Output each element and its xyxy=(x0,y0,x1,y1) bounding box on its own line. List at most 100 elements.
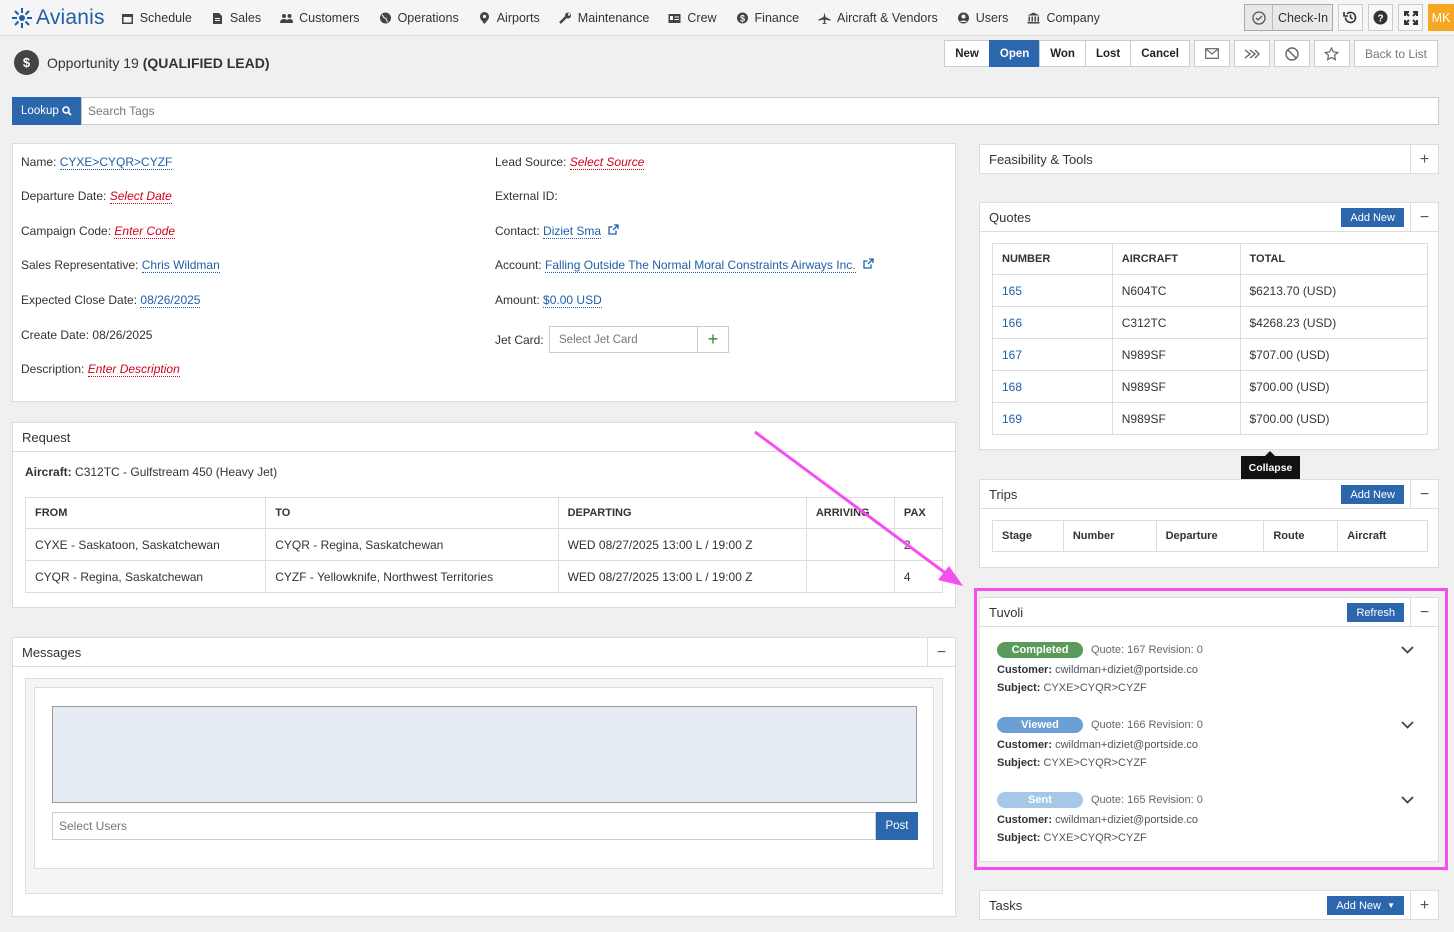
table-row: 166 C312TC $4268.23 (USD) xyxy=(992,306,1428,339)
message-textarea[interactable] xyxy=(52,706,917,803)
status-lost-button[interactable]: Lost xyxy=(1084,40,1132,67)
rep-value[interactable]: Chris Wildman xyxy=(141,258,220,273)
dollar-bubble-icon: $ xyxy=(14,50,39,75)
add-trip-button[interactable]: Add New xyxy=(1341,485,1404,504)
help-button[interactable]: ? xyxy=(1368,4,1393,31)
request-table: FROM TO DEPARTING ARRIVING PAX CYXE - Saskato… xyxy=(24,497,944,593)
column-header: Route xyxy=(1263,520,1339,552)
feasibility-panel: Feasibility & Tools + xyxy=(979,144,1439,174)
table-row: 165 N604TC $6213.70 (USD) xyxy=(992,274,1428,307)
contact-value[interactable]: Diziet Sma xyxy=(543,224,602,239)
status-cancel-button[interactable]: Cancel xyxy=(1130,40,1190,67)
table-cell[interactable]: 165 xyxy=(992,274,1113,307)
back-to-list-button[interactable]: Back to List xyxy=(1353,40,1438,67)
status-open-button[interactable]: Open xyxy=(988,40,1041,67)
expand-icon xyxy=(1403,10,1418,25)
external-link-icon[interactable] xyxy=(608,224,620,235)
email-button[interactable] xyxy=(1193,40,1230,67)
table-cell: N989SF xyxy=(1111,338,1241,371)
history-button[interactable] xyxy=(1338,4,1363,31)
fullscreen-button[interactable] xyxy=(1398,4,1423,31)
nav-label: Users xyxy=(975,10,1009,25)
description-value[interactable]: Enter Description xyxy=(87,362,180,377)
rep-label: Sales Representative: xyxy=(21,258,139,272)
status-toolbar: New Open Won Lost Cancel Back to List xyxy=(944,40,1438,67)
request-panel: Request Aircraft: C312TC - Gulfstream 45… xyxy=(12,422,956,608)
account-value[interactable]: Falling Outside The Normal Moral Constra… xyxy=(545,258,856,273)
wrench-icon xyxy=(558,12,571,24)
nav-maintenance[interactable]: Maintenance xyxy=(558,11,649,25)
top-nav: Avianis Schedule Sales Customers Operations… xyxy=(0,0,1454,36)
post-button[interactable]: Post xyxy=(876,812,918,840)
column-header: Number xyxy=(1062,520,1157,552)
table-cell: $6213.70 (USD) xyxy=(1239,274,1428,307)
select-users-input[interactable]: Select Users xyxy=(52,812,876,840)
add-quote-button[interactable]: Add New xyxy=(1341,208,1404,227)
messages-title: Messages xyxy=(13,638,955,667)
nav-company[interactable]: Company xyxy=(1027,11,1100,25)
table-cell: N989SF xyxy=(1111,402,1241,435)
nav-aircraft-vendors[interactable]: Aircraft & Vendors xyxy=(818,11,938,25)
check-in-button[interactable]: Check-In xyxy=(1244,4,1333,31)
departure-value[interactable]: Select Date xyxy=(109,189,172,204)
collapse-trips-button[interactable]: − xyxy=(1410,480,1438,509)
add-jet-card-button[interactable]: + xyxy=(697,327,728,352)
expand-tasks-button[interactable]: + xyxy=(1410,891,1438,920)
status-won-button[interactable]: Won xyxy=(1039,40,1086,67)
table-cell: $700.00 (USD) xyxy=(1239,402,1428,435)
table-cell[interactable]: 169 xyxy=(992,402,1113,435)
jet-card-input[interactable]: Select Jet Card xyxy=(550,327,697,352)
nav-schedule[interactable]: Schedule xyxy=(121,11,192,25)
name-value[interactable]: CYXE>CYQR>CYZF xyxy=(59,155,173,170)
search-tags-input[interactable]: Search Tags xyxy=(81,97,1439,125)
nav-users[interactable]: Users xyxy=(957,10,1009,25)
expand-feasibility-button[interactable]: + xyxy=(1410,145,1438,174)
table-cell: 4 xyxy=(893,560,944,593)
add-task-button[interactable]: Add New ▼ xyxy=(1327,896,1404,915)
status-new-button[interactable]: New xyxy=(944,40,990,67)
brand-logo[interactable]: Avianis xyxy=(11,6,105,30)
campaign-value[interactable]: Enter Code xyxy=(114,224,176,239)
table-cell[interactable]: 168 xyxy=(992,370,1113,403)
forward-button[interactable] xyxy=(1233,40,1270,67)
block-button[interactable] xyxy=(1273,40,1310,67)
column-header: Aircraft xyxy=(1337,520,1428,552)
aircraft-value: C312TC - Gulfstream 450 (Heavy Jet) xyxy=(75,465,278,479)
table-row: 168 N989SF $700.00 (USD) xyxy=(992,370,1428,403)
external-link-icon[interactable] xyxy=(863,258,874,269)
column-header: ARRIVING xyxy=(805,497,895,529)
nav-crew[interactable]: Crew xyxy=(668,11,717,25)
nav-customers[interactable]: Customers xyxy=(280,11,360,25)
tasks-panel: Tasks Add New ▼ + xyxy=(979,890,1439,920)
table-cell: WED 08/27/2025 13:00 L / 19:00 Z xyxy=(557,528,807,561)
table-cell xyxy=(805,560,895,593)
add-task-label: Add New xyxy=(1336,899,1381,912)
column-header: Departure xyxy=(1155,520,1265,552)
check-in-label: Check-In xyxy=(1278,10,1329,25)
nav-operations[interactable]: Operations xyxy=(379,11,459,25)
nav-label: Airports xyxy=(496,10,540,25)
envelope-icon xyxy=(1205,48,1219,59)
user-avatar[interactable]: MK xyxy=(1428,4,1454,31)
favorite-button[interactable] xyxy=(1313,40,1350,67)
amount-value[interactable]: $0.00 USD xyxy=(543,293,602,308)
collapse-messages-button[interactable]: − xyxy=(927,638,955,667)
table-cell: CYXE - Saskatoon, Saskatchewan xyxy=(24,528,267,561)
table-cell: $4268.23 (USD) xyxy=(1239,306,1428,339)
nav-airports[interactable]: Airports xyxy=(478,11,540,25)
check-circle-icon xyxy=(1251,10,1266,25)
create-date-value: 08/26/2025 xyxy=(92,328,153,342)
jet-card-select: Select Jet Card + xyxy=(549,326,729,353)
collapse-quotes-button[interactable]: − xyxy=(1410,203,1438,232)
users-icon xyxy=(280,13,294,23)
table-cell[interactable]: 166 xyxy=(992,306,1113,339)
table-cell: CYQR - Regina, Saskatchewan xyxy=(265,528,559,561)
nav-sales[interactable]: Sales xyxy=(211,11,261,25)
lead-source-value[interactable]: Select Source xyxy=(569,155,645,170)
table-cell[interactable]: 167 xyxy=(992,338,1113,371)
forward-arrows-icon xyxy=(1244,48,1260,59)
lookup-button[interactable]: Lookup xyxy=(12,97,81,125)
table-cell xyxy=(805,528,895,561)
nav-finance[interactable]: $ Finance xyxy=(736,11,799,25)
close-date-value[interactable]: 08/26/2025 xyxy=(140,293,201,308)
